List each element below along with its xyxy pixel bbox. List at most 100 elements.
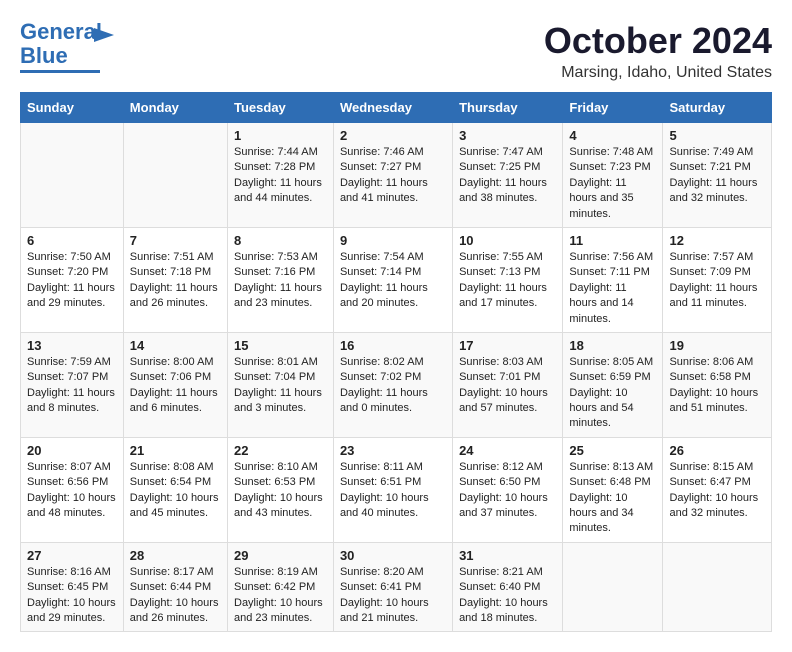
weekday-header-wednesday: Wednesday [333, 93, 452, 123]
calendar-cell: 1Sunrise: 7:44 AMSunset: 7:28 PMDaylight… [228, 123, 334, 228]
day-number: 7 [130, 233, 221, 248]
calendar-cell: 28Sunrise: 8:17 AMSunset: 6:44 PMDayligh… [123, 542, 227, 632]
day-number: 22 [234, 443, 327, 458]
calendar-cell: 21Sunrise: 8:08 AMSunset: 6:54 PMDayligh… [123, 437, 227, 542]
sunrise-text: Sunrise: 7:55 AM [459, 250, 556, 265]
sunset-text: Sunset: 7:13 PM [459, 265, 556, 280]
day-number: 31 [459, 548, 556, 563]
calendar-table: SundayMondayTuesdayWednesdayThursdayFrid… [20, 92, 772, 632]
daylight-text: Daylight: 11 hours and 32 minutes. [669, 176, 765, 207]
calendar-cell: 23Sunrise: 8:11 AMSunset: 6:51 PMDayligh… [333, 437, 452, 542]
daylight-text: Daylight: 10 hours and 51 minutes. [669, 386, 765, 417]
day-number: 28 [130, 548, 221, 563]
sunset-text: Sunset: 7:07 PM [27, 370, 117, 385]
sunrise-text: Sunrise: 7:47 AM [459, 145, 556, 160]
sunset-text: Sunset: 6:53 PM [234, 475, 327, 490]
sunset-text: Sunset: 7:27 PM [340, 160, 446, 175]
sunrise-text: Sunrise: 8:06 AM [669, 355, 765, 370]
day-number: 12 [669, 233, 765, 248]
page-header: General Blue October 2024 Marsing, Idaho… [20, 20, 772, 82]
calendar-cell: 3 Sunrise: 7:47 AMSunset: 7:25 PMDaylight… [453, 123, 563, 228]
day-number: 6 [27, 233, 117, 248]
sunrise-text: Sunrise: 7:49 AM [669, 145, 765, 160]
daylight-text: Daylight: 10 hours and 26 minutes. [130, 596, 221, 627]
daylight-text: Daylight: 11 hours and 41 minutes. [340, 176, 446, 207]
daylight-text: Daylight: 11 hours and 6 minutes. [130, 386, 221, 417]
sunset-text: Sunset: 7:06 PM [130, 370, 221, 385]
daylight-text: Daylight: 11 hours and 26 minutes. [130, 281, 221, 312]
day-number: 23 [340, 443, 446, 458]
day-number: 10 [459, 233, 556, 248]
sunset-text: Sunset: 7:04 PM [234, 370, 327, 385]
calendar-cell: 27Sunrise: 8:16 AMSunset: 6:45 PMDayligh… [21, 542, 124, 632]
sunrise-text: Sunrise: 8:21 AM [459, 565, 556, 580]
sunrise-text: Sunrise: 7:57 AM [669, 250, 765, 265]
calendar-cell [663, 542, 772, 632]
title-block: October 2024 Marsing, Idaho, United Stat… [544, 20, 772, 82]
daylight-text: Daylight: 11 hours and 11 minutes. [669, 281, 765, 312]
logo: General Blue [20, 20, 116, 73]
calendar-cell: 15Sunrise: 8:01 AMSunset: 7:04 PMDayligh… [228, 332, 334, 437]
weekday-header-thursday: Thursday [453, 93, 563, 123]
day-number: 3 [459, 128, 556, 143]
calendar-cell: 24Sunrise: 8:12 AMSunset: 6:50 PMDayligh… [453, 437, 563, 542]
daylight-text: Daylight: 10 hours and 43 minutes. [234, 491, 327, 522]
day-number: 11 [569, 233, 656, 248]
day-number: 18 [569, 338, 656, 353]
sunset-text: Sunset: 7:14 PM [340, 265, 446, 280]
calendar-cell: 31Sunrise: 8:21 AMSunset: 6:40 PMDayligh… [453, 542, 563, 632]
day-number: 5 [669, 128, 765, 143]
sunrise-text: Sunrise: 8:13 AM [569, 460, 656, 475]
weekday-header-tuesday: Tuesday [228, 93, 334, 123]
daylight-text: Daylight: 11 hours and 3 minutes. [234, 386, 327, 417]
daylight-text: Daylight: 11 hours and 38 minutes. [459, 176, 556, 207]
weekday-header-monday: Monday [123, 93, 227, 123]
daylight-text: Daylight: 10 hours and 48 minutes. [27, 491, 117, 522]
sunrise-text: Sunrise: 7:56 AM [569, 250, 656, 265]
sunset-text: Sunset: 6:48 PM [569, 475, 656, 490]
daylight-text: Daylight: 10 hours and 37 minutes. [459, 491, 556, 522]
sunrise-text: Sunrise: 7:48 AM [569, 145, 656, 160]
sunrise-text: Sunrise: 8:15 AM [669, 460, 765, 475]
daylight-text: Daylight: 11 hours and 23 minutes. [234, 281, 327, 312]
sunset-text: Sunset: 6:59 PM [569, 370, 656, 385]
day-number: 14 [130, 338, 221, 353]
daylight-text: Daylight: 11 hours and 20 minutes. [340, 281, 446, 312]
sunrise-text: Sunrise: 7:44 AM [234, 145, 327, 160]
calendar-week-3: 13Sunrise: 7:59 AMSunset: 7:07 PMDayligh… [21, 332, 772, 437]
day-number: 29 [234, 548, 327, 563]
calendar-week-4: 20Sunrise: 8:07 AMSunset: 6:56 PMDayligh… [21, 437, 772, 542]
weekday-header-sunday: Sunday [21, 93, 124, 123]
daylight-text: Daylight: 11 hours and 29 minutes. [27, 281, 117, 312]
calendar-week-1: 1 Sunrise: 7:44 AMSunset: 7:28 PM Daylight… [21, 123, 772, 228]
header-row: SundayMondayTuesdayWednesdayThursdayFrid… [21, 93, 772, 123]
daylight-text: Daylight: 10 hours and 45 minutes. [130, 491, 221, 522]
calendar-cell: 20Sunrise: 8:07 AMSunset: 6:56 PMDayligh… [21, 437, 124, 542]
sunset-text: Sunset: 7:20 PM [27, 265, 117, 280]
calendar-cell: 30Sunrise: 8:20 AMSunset: 6:41 PMDayligh… [333, 542, 452, 632]
sunrise-text: Sunrise: 8:07 AM [27, 460, 117, 475]
sunset-text: Sunset: 7:25 PM [459, 160, 556, 175]
weekday-header-friday: Friday [563, 93, 663, 123]
daylight-text: Daylight: 10 hours and 57 minutes. [459, 386, 556, 417]
daylight-text: Daylight: 10 hours and 40 minutes. [340, 491, 446, 522]
day-number: 1 [234, 128, 327, 143]
sunrise-text: Sunrise: 8:05 AM [569, 355, 656, 370]
calendar-cell: 18Sunrise: 8:05 AMSunset: 6:59 PMDayligh… [563, 332, 663, 437]
sunrise-text: Sunrise: 7:51 AM [130, 250, 221, 265]
logo-underline [20, 70, 100, 73]
calendar-cell: 8Sunrise: 7:53 AMSunset: 7:16 PMDaylight… [228, 227, 334, 332]
day-number: 26 [669, 443, 765, 458]
day-number: 21 [130, 443, 221, 458]
day-number: 17 [459, 338, 556, 353]
sunset-text: Sunset: 6:42 PM [234, 580, 327, 595]
calendar-cell: 10Sunrise: 7:55 AMSunset: 7:13 PMDayligh… [453, 227, 563, 332]
sunset-text: Sunset: 7:01 PM [459, 370, 556, 385]
sunset-text: Sunset: 6:56 PM [27, 475, 117, 490]
sunset-text: Sunset: 7:28 PM [234, 160, 327, 175]
calendar-cell: 26Sunrise: 8:15 AMSunset: 6:47 PMDayligh… [663, 437, 772, 542]
daylight-text: Daylight: 10 hours and 34 minutes. [569, 491, 656, 537]
calendar-cell: 14Sunrise: 8:00 AMSunset: 7:06 PMDayligh… [123, 332, 227, 437]
calendar-cell: 9Sunrise: 7:54 AMSunset: 7:14 PMDaylight… [333, 227, 452, 332]
logo-text: General Blue [20, 20, 102, 68]
